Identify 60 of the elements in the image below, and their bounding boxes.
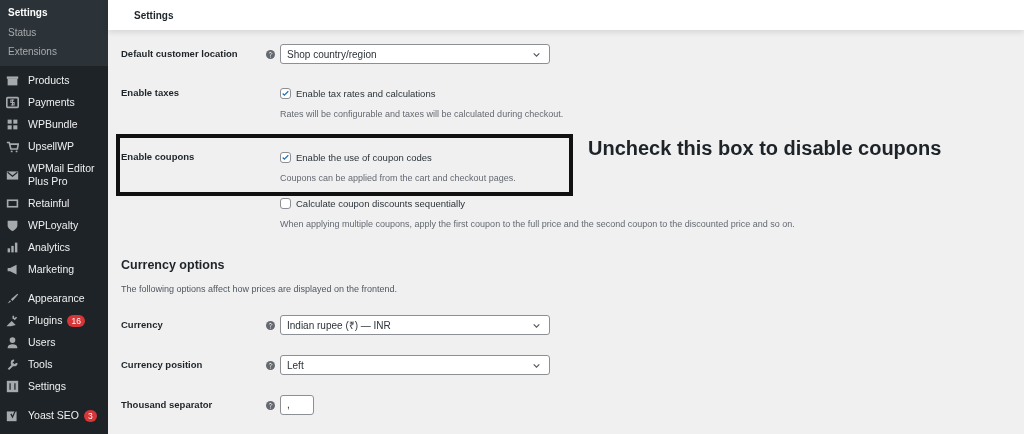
megaphone-icon [6,263,19,276]
dropdown[interactable]: Indian rupee (₹) — INR [280,315,550,335]
field-label: Default customer location [121,47,239,61]
dropdown[interactable]: Left [280,355,550,375]
section-description: The following options affect how prices are displayed on the frontend. [121,283,398,296]
annotation-text: Uncheck this box to disable coupons [588,137,942,160]
checkmark-icon [281,152,290,162]
field-label: Enable taxes [121,86,181,100]
paintbrush-icon [6,292,19,305]
menu-item[interactable]: WPBundle [28,118,78,131]
count-badge: 16 [67,314,85,327]
menu-item[interactable]: UpsellWP [28,140,75,153]
seo-icon [6,409,19,422]
checkmark-icon [281,88,290,98]
menu-item[interactable]: Appearance [28,292,85,305]
field-label: Thousand separator [121,398,214,412]
count-badge: 3 [84,409,97,422]
checkbox[interactable] [280,87,291,99]
submenu-item[interactable]: Status [0,23,108,43]
wrench-icon [6,358,19,371]
menu-item[interactable]: Tools [28,358,53,371]
checkbox-label[interactable]: Enable the use of coupon codes [296,151,432,163]
checkbox[interactable] [280,197,291,209]
plug-icon [6,314,19,327]
menu-item[interactable]: WPLoyalty [28,219,79,232]
menu-item[interactable]: Yoast SEO [28,409,79,422]
menu-item[interactable]: Analytics [28,241,70,254]
grid-icon [6,118,19,131]
menu-item[interactable]: Retainful [28,197,70,210]
menu-item[interactable]: Products [28,74,70,87]
menu-item[interactable]: Plugins [28,314,63,327]
field-description: Coupons can be applied from the cart and checkout pages. [280,172,517,185]
box-icon [6,74,19,87]
dropdown[interactable]: Shop country/region [280,44,550,64]
banknote-icon [6,96,19,109]
frame-icon [6,197,19,210]
sliders-icon [6,380,19,393]
checkbox[interactable] [280,151,291,163]
submenu-item[interactable]: Extensions [0,43,108,63]
user-icon [6,336,19,349]
cart-icon [6,140,19,153]
field-description: Rates will be configurable and taxes will be calculated during checkout. [280,108,564,121]
field-description: When applying multiple coupons, apply the first coupon to the full price and the second coupon to the discounted price and so on. [280,218,795,231]
envelope-icon [6,168,19,182]
menu-item[interactable]: Settings [28,380,66,393]
bar-chart-icon [6,241,19,254]
checkbox-label[interactable]: Enable tax rates and calculations [296,87,436,99]
checkbox-label[interactable]: Calculate coupon discounts sequentially [296,197,465,209]
menu-item[interactable]: WPMail Editor Plus Pro [28,162,102,188]
field-label: Currency position [121,358,204,372]
input-field[interactable]: , [280,395,314,415]
page-title: Settings [134,9,174,21]
menu-item[interactable]: Marketing [28,263,75,276]
submenu-item[interactable]: Settings [0,4,108,24]
menu-item[interactable]: Payments [28,96,75,109]
field-label: Currency [121,318,164,332]
section-heading: Currency options [121,257,226,273]
field-label: Enable coupons [121,150,196,164]
shield-icon [6,219,19,232]
menu-item[interactable]: Users [28,336,56,349]
